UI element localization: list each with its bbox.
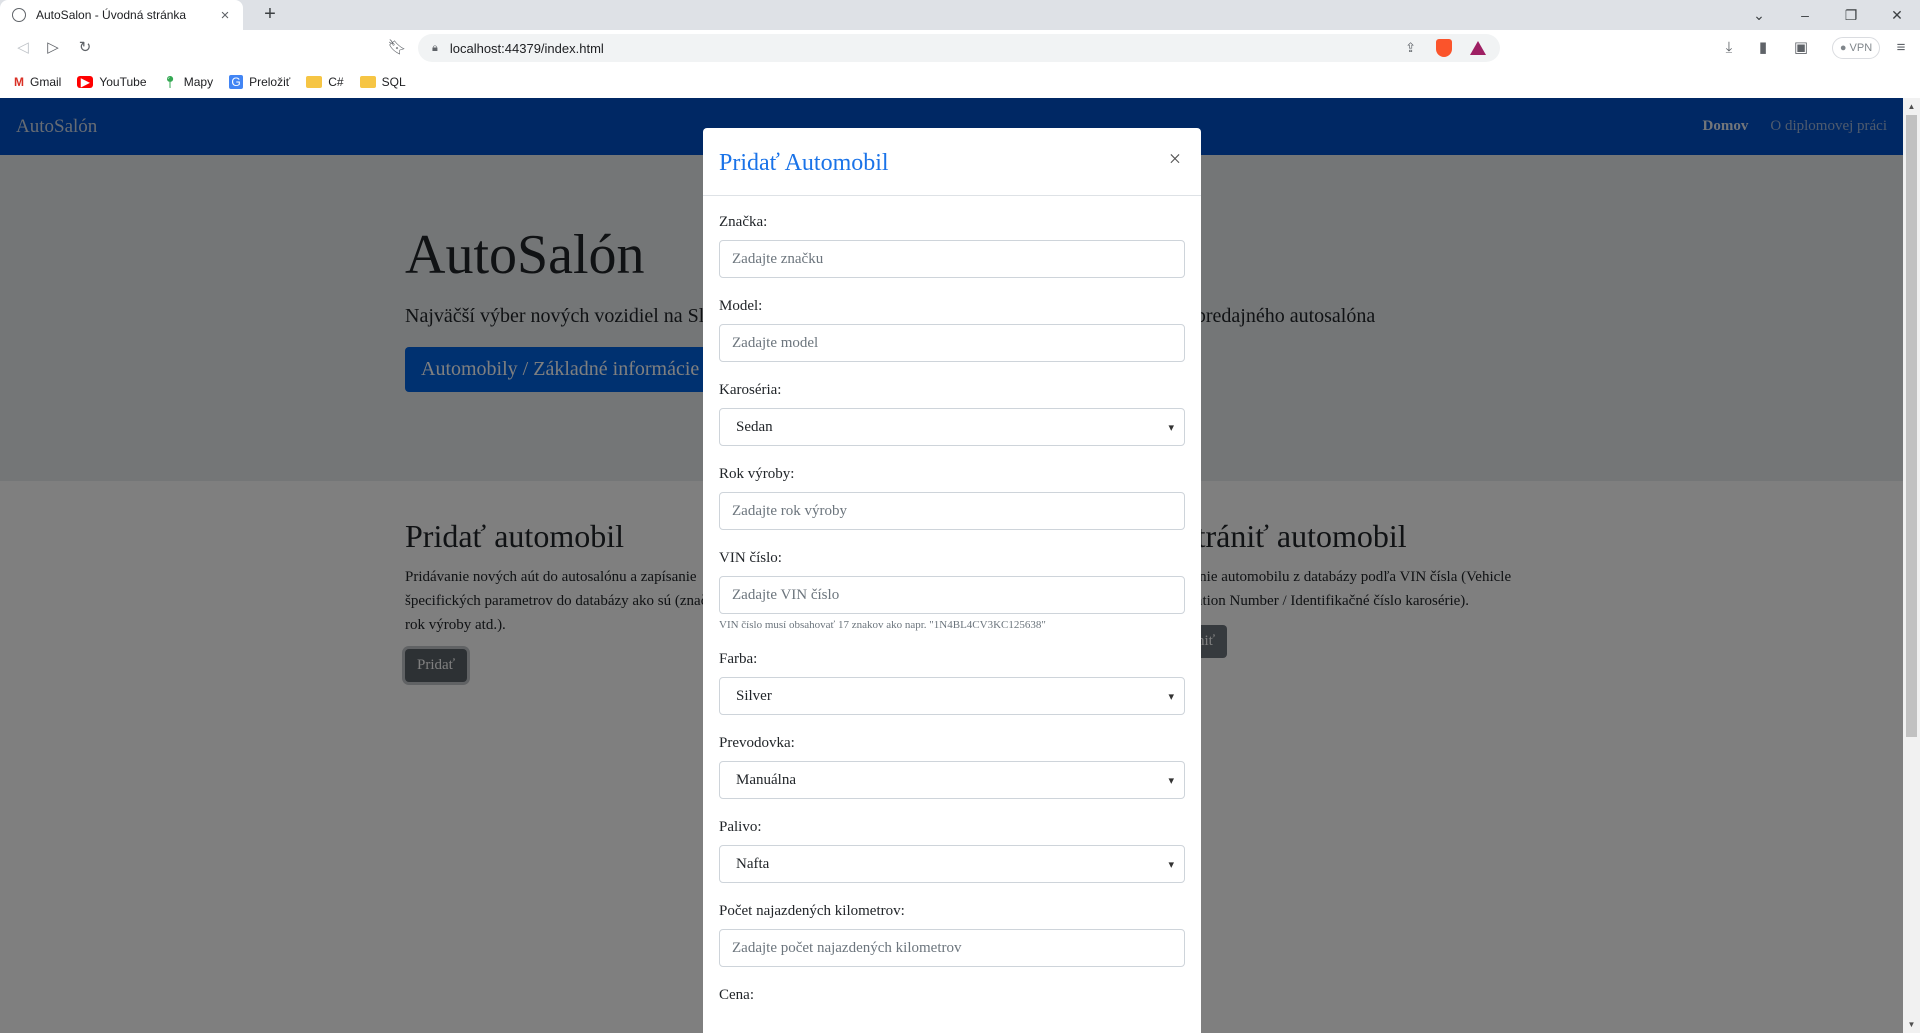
body-select[interactable]: Sedan ▾: [719, 408, 1185, 446]
fuel-value: Nafta: [736, 855, 770, 872]
close-icon[interactable]: ×: [1165, 146, 1185, 172]
bookmark-translate[interactable]: G Preložiť: [229, 75, 290, 89]
new-tab-button[interactable]: +: [258, 3, 282, 26]
browser-toolbar: ◁ ▷ ↻ 🔖︎ 🔒︎ localhost:44379/index.html ⇪…: [0, 30, 1920, 66]
vin-label: VIN číslo:: [719, 550, 782, 566]
bookmark-label: YouTube: [99, 75, 147, 89]
maps-icon: 📍︎: [162, 75, 178, 89]
tab-strip: AutoSalon - Úvodná stránka × + ⌄ – ❐ ✕: [0, 0, 1920, 30]
tab-search-icon[interactable]: ⌄: [1736, 0, 1782, 30]
color-label: Farba:: [719, 651, 758, 667]
add-car-modal: Pridať Automobil × Značka: Zadajte značk…: [703, 128, 1201, 1033]
bookmark-folder-csharp[interactable]: C#: [306, 75, 344, 89]
vin-input[interactable]: Zadajte VIN číslo: [719, 576, 1185, 614]
bookmark-label: Gmail: [30, 75, 62, 89]
web-page: AutoSalón Domov O diplomovej práci AutoS…: [0, 98, 1903, 1033]
menu-icon[interactable]: ≡: [1890, 37, 1912, 59]
bookmark-gmail[interactable]: M Gmail: [14, 75, 61, 89]
minimize-button[interactable]: –: [1782, 0, 1828, 30]
form-group-body: Karoséria: Sedan ▾: [719, 380, 1185, 446]
brand-input[interactable]: Zadajte značku: [719, 240, 1185, 278]
form-group-fuel: Palivo: Nafta ▾: [719, 817, 1185, 883]
bookmark-label: SQL: [381, 75, 406, 89]
youtube-icon: ▶: [77, 76, 94, 88]
year-input[interactable]: Zadajte rok výroby: [719, 492, 1185, 530]
url-text[interactable]: localhost:44379/index.html: [450, 41, 1405, 56]
bookmarks-bar: M Gmail ▶ YouTube 📍︎ Mapy G Preložiť C# SQL: [0, 66, 1920, 98]
scroll-down-arrow-icon[interactable]: ▼: [1903, 1016, 1920, 1033]
fuel-label: Palivo:: [719, 819, 762, 835]
body-value: Sedan: [736, 418, 773, 435]
folder-icon: [359, 76, 376, 88]
mileage-input[interactable]: Zadajte počet najazdených kilometrov: [719, 929, 1185, 967]
brave-shields-icon[interactable]: [1436, 39, 1452, 57]
transmission-value: Manuálna: [736, 771, 796, 788]
transmission-label: Prevodovka:: [719, 735, 795, 751]
modal-title: Pridať Automobil: [719, 150, 889, 176]
form-group-year: Rok výroby: Zadajte rok výroby: [719, 464, 1185, 530]
form-group-color: Farba: Silver ▾: [719, 649, 1185, 715]
brave-rewards-icon[interactable]: [1470, 41, 1486, 55]
chevron-down-icon: ▾: [1168, 774, 1174, 787]
wallet-icon[interactable]: ▣: [1790, 37, 1812, 59]
form-group-model: Model: Zadajte model: [719, 296, 1185, 362]
mileage-label: Počet najazdených kilometrov:: [719, 903, 905, 919]
vin-help-text: VIN číslo musí obsahovať 17 znakov ako n…: [719, 619, 1046, 631]
bookmark-youtube[interactable]: ▶ YouTube: [77, 75, 147, 89]
vpn-button[interactable]: ● VPN: [1832, 37, 1880, 59]
bookmark-label: Mapy: [183, 75, 214, 89]
chevron-down-icon: ▾: [1168, 690, 1174, 703]
color-select[interactable]: Silver ▾: [719, 677, 1185, 715]
restore-button[interactable]: ❐: [1828, 0, 1874, 30]
folder-icon: [306, 76, 323, 88]
brand-label: Značka:: [719, 214, 768, 230]
body-label: Karoséria:: [719, 382, 782, 398]
translate-icon: G: [229, 75, 244, 89]
form-group-mileage: Počet najazdených kilometrov: Zadajte po…: [719, 901, 1185, 967]
year-label: Rok výroby:: [719, 466, 795, 482]
form-group-transmission: Prevodovka: Manuálna ▾: [719, 733, 1185, 799]
reload-icon[interactable]: ↻: [74, 37, 96, 59]
vpn-label: VPN: [1849, 42, 1873, 54]
gmail-icon: M: [14, 75, 24, 89]
tab-title: AutoSalon - Úvodná stránka: [36, 8, 187, 22]
model-label: Model:: [719, 298, 763, 314]
forward-icon[interactable]: ▷: [42, 37, 64, 59]
lock-icon: 🔒︎: [432, 41, 438, 54]
scroll-up-arrow-icon[interactable]: ▲: [1903, 98, 1920, 115]
globe-icon: [12, 8, 26, 22]
bookmark-folder-sql[interactable]: SQL: [359, 75, 406, 89]
close-window-button[interactable]: ✕: [1874, 0, 1920, 30]
bookmark-maps[interactable]: 📍︎ Mapy: [163, 75, 214, 89]
download-icon[interactable]: ⤓: [1718, 37, 1740, 59]
model-input[interactable]: Zadajte model: [719, 324, 1185, 362]
back-icon[interactable]: ◁: [12, 37, 34, 59]
page-scrollbar[interactable]: ▲ ▼: [1903, 98, 1920, 1033]
bookmark-label: C#: [328, 75, 344, 89]
address-bar[interactable]: 🔒︎ localhost:44379/index.html ⇪: [418, 34, 1500, 62]
color-value: Silver: [736, 687, 772, 704]
close-tab-icon[interactable]: ×: [217, 7, 233, 24]
modal-body: Značka: Zadajte značku Model: Zadajte mo…: [703, 196, 1201, 1005]
share-icon[interactable]: ⇪: [1405, 40, 1416, 56]
bookmark-label: Preložiť: [249, 75, 291, 89]
browser-tab[interactable]: AutoSalon - Úvodná stránka ×: [0, 0, 243, 30]
chevron-down-icon: ▾: [1168, 858, 1174, 871]
bookmark-icon[interactable]: 🔖︎: [386, 37, 408, 59]
chevron-down-icon: ▾: [1168, 421, 1174, 434]
form-group-vin: VIN číslo: Zadajte VIN číslo VIN číslo m…: [719, 548, 1185, 631]
form-group-price: Cena:: [719, 985, 1185, 1005]
sidebar-icon[interactable]: ▮: [1752, 37, 1774, 59]
transmission-select[interactable]: Manuálna ▾: [719, 761, 1185, 799]
fuel-select[interactable]: Nafta ▾: [719, 845, 1185, 883]
scrollbar-thumb[interactable]: [1906, 115, 1917, 737]
modal-header: Pridať Automobil ×: [703, 128, 1201, 196]
form-group-brand: Značka: Zadajte značku: [719, 212, 1185, 278]
price-label: Cena:: [719, 987, 754, 1003]
